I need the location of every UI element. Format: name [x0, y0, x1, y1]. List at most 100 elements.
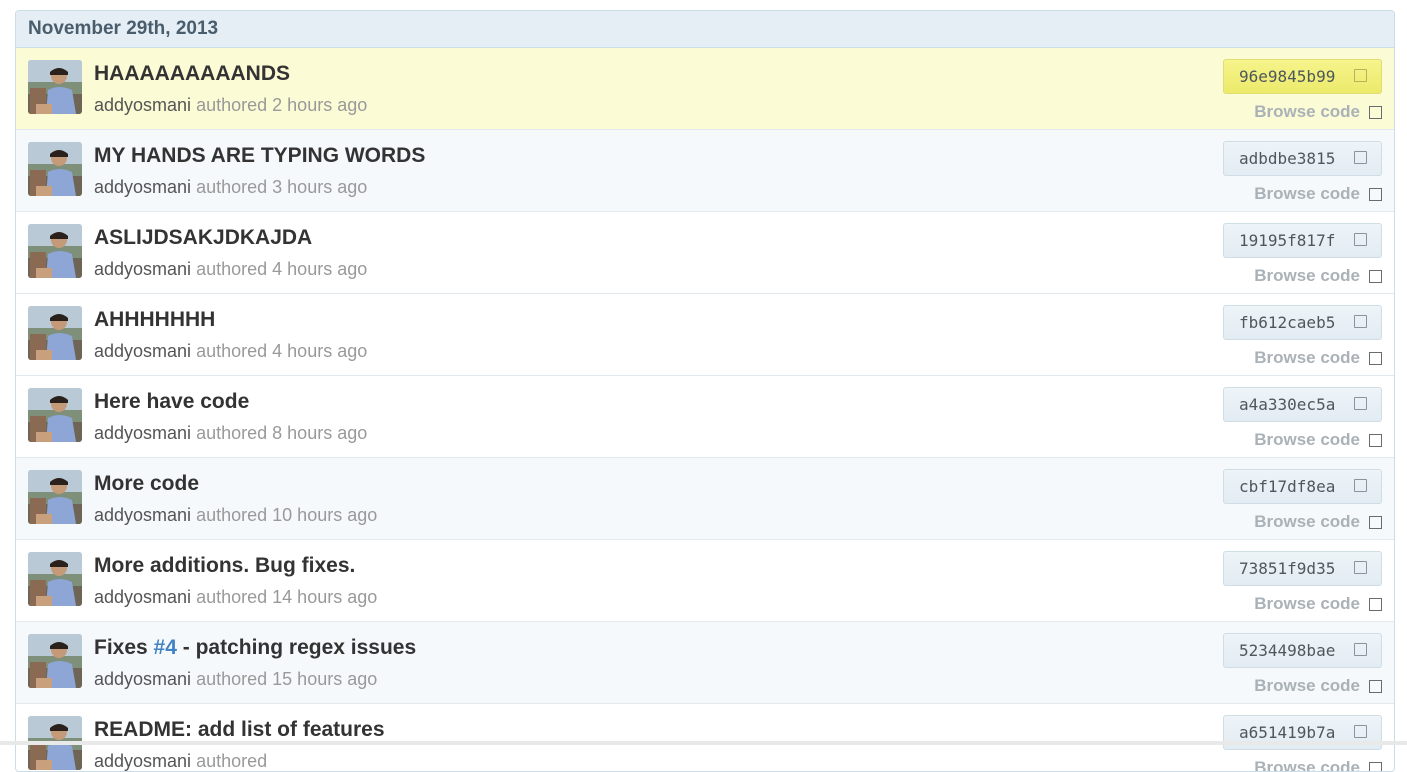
commit-list: HAAAAAAAAANDS addyosmani authored 2 hour… [16, 48, 1394, 772]
commit-sha: fb612caeb5 [1239, 313, 1335, 332]
commit-meta: addyosmani authored 15 hours ago [94, 669, 377, 690]
browse-code-link[interactable]: Browse code [1254, 102, 1382, 122]
commit-meta: addyosmani authored 2 hours ago [94, 95, 367, 116]
commit-row: README: add list of features addyosmani … [16, 704, 1394, 772]
commit-title[interactable]: MY HANDS ARE TYPING WORDS [94, 144, 425, 168]
browse-code-link[interactable]: Browse code [1254, 266, 1382, 286]
browse-code-label: Browse code [1254, 102, 1360, 122]
commit-time: 2 hours ago [272, 95, 367, 115]
authored-label: authored [196, 751, 267, 771]
browse-code-link[interactable]: Browse code [1254, 184, 1382, 204]
browse-code-label: Browse code [1254, 348, 1360, 368]
clipboard-icon[interactable] [1354, 69, 1367, 82]
commit-sha-button[interactable]: 73851f9d35 [1223, 551, 1382, 586]
clipboard-icon[interactable] [1354, 233, 1367, 246]
clipboard-icon[interactable] [1354, 643, 1367, 656]
commit-meta: addyosmani authored 4 hours ago [94, 259, 367, 280]
commit-author[interactable]: addyosmani [94, 177, 191, 197]
author-avatar[interactable] [28, 224, 82, 278]
commit-sha: 5234498bae [1239, 641, 1335, 660]
commit-author[interactable]: addyosmani [94, 751, 191, 771]
browse-code-label: Browse code [1254, 758, 1360, 772]
commit-title[interactable]: More code [94, 472, 199, 496]
author-avatar[interactable] [28, 306, 82, 360]
browse-code-link[interactable]: Browse code [1254, 348, 1382, 368]
commit-title[interactable]: More additions. Bug fixes. [94, 554, 355, 578]
commit-row: More additions. Bug fixes. addyosmani au… [16, 540, 1394, 622]
commit-author[interactable]: addyosmani [94, 259, 191, 279]
commit-author[interactable]: addyosmani [94, 505, 191, 525]
browse-code-link[interactable]: Browse code [1254, 758, 1382, 772]
commit-time: 14 hours ago [272, 587, 377, 607]
commit-title[interactable]: ASLIJDSAKJDKAJDA [94, 226, 312, 250]
browse-code-label: Browse code [1254, 512, 1360, 532]
commit-sha: a4a330ec5a [1239, 395, 1335, 414]
commit-sha: cbf17df8ea [1239, 477, 1335, 496]
authored-label: authored [196, 423, 267, 443]
bottom-edge [0, 741, 1407, 745]
commit-row: ASLIJDSAKJDKAJDA addyosmani authored 4 h… [16, 212, 1394, 294]
author-avatar[interactable] [28, 552, 82, 606]
authored-label: authored [196, 669, 267, 689]
authored-label: authored [196, 341, 267, 361]
browse-code-label: Browse code [1254, 594, 1360, 614]
commit-sha-button[interactable]: cbf17df8ea [1223, 469, 1382, 504]
commit-author[interactable]: addyosmani [94, 669, 191, 689]
commit-sha-button[interactable]: 5234498bae [1223, 633, 1382, 668]
commit-group-header: November 29th, 2013 [16, 11, 1394, 48]
browse-code-link[interactable]: Browse code [1254, 430, 1382, 450]
authored-label: authored [196, 177, 267, 197]
commit-sha-button[interactable]: adbdbe3815 [1223, 141, 1382, 176]
authored-label: authored [196, 259, 267, 279]
commit-sha: 73851f9d35 [1239, 559, 1335, 578]
browse-code-icon [1369, 352, 1382, 365]
clipboard-icon[interactable] [1354, 315, 1367, 328]
browse-code-icon [1369, 270, 1382, 283]
commit-sha-button[interactable]: 19195f817f [1223, 223, 1382, 258]
author-avatar[interactable] [28, 388, 82, 442]
author-avatar[interactable] [28, 634, 82, 688]
commit-time: 3 hours ago [272, 177, 367, 197]
commit-title[interactable]: AHHHHHHH [94, 308, 215, 332]
commit-sha-button[interactable]: fb612caeb5 [1223, 305, 1382, 340]
browse-code-link[interactable]: Browse code [1254, 594, 1382, 614]
browse-code-label: Browse code [1254, 676, 1360, 696]
authored-label: authored [196, 587, 267, 607]
commit-author[interactable]: addyosmani [94, 341, 191, 361]
issue-reference-link[interactable]: #4 [154, 636, 177, 659]
clipboard-icon[interactable] [1354, 479, 1367, 492]
commit-title-text[interactable]: Fixes [94, 636, 154, 659]
browse-code-link[interactable]: Browse code [1254, 676, 1382, 696]
commit-title[interactable]: README: add list of features [94, 718, 385, 742]
browse-code-icon [1369, 106, 1382, 119]
commit-time: 8 hours ago [272, 423, 367, 443]
commit-sha-button[interactable]: a4a330ec5a [1223, 387, 1382, 422]
browse-code-icon [1369, 188, 1382, 201]
clipboard-icon[interactable] [1354, 397, 1367, 410]
commit-author[interactable]: addyosmani [94, 423, 191, 443]
authored-label: authored [196, 95, 267, 115]
commit-title[interactable]: Fixes #4 - patching regex issues [94, 636, 416, 660]
commit-time: 4 hours ago [272, 259, 367, 279]
commit-author[interactable]: addyosmani [94, 95, 191, 115]
commit-meta: addyosmani authored [94, 751, 267, 772]
commit-meta: addyosmani authored 3 hours ago [94, 177, 367, 198]
clipboard-icon[interactable] [1354, 151, 1367, 164]
commit-author[interactable]: addyosmani [94, 587, 191, 607]
author-avatar[interactable] [28, 142, 82, 196]
clipboard-icon[interactable] [1354, 561, 1367, 574]
commit-title-text[interactable]: - patching regex issues [177, 636, 416, 659]
commit-title[interactable]: Here have code [94, 390, 249, 414]
commit-row: More code addyosmani authored 10 hours a… [16, 458, 1394, 540]
commit-sha-button[interactable]: 96e9845b99 [1223, 59, 1382, 94]
author-avatar[interactable] [28, 60, 82, 114]
browse-code-link[interactable]: Browse code [1254, 512, 1382, 532]
author-avatar[interactable] [28, 470, 82, 524]
commit-time: 10 hours ago [272, 505, 377, 525]
browse-code-label: Browse code [1254, 266, 1360, 286]
commit-meta: addyosmani authored 8 hours ago [94, 423, 367, 444]
commit-sha: adbdbe3815 [1239, 149, 1335, 168]
commit-title[interactable]: HAAAAAAAAANDS [94, 62, 290, 86]
browse-code-label: Browse code [1254, 184, 1360, 204]
clipboard-icon[interactable] [1354, 725, 1367, 738]
